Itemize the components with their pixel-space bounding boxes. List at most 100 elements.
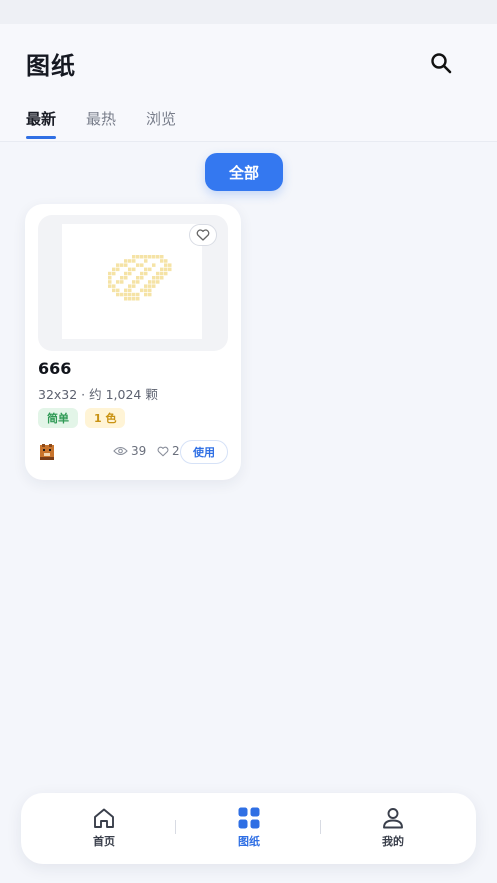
pixel-bead [120, 276, 124, 280]
pattern-card[interactable]: 666 32x32 · 约 1,024 颗 简单 1 色 39 2 使用 [25, 204, 241, 480]
views-stat: 39 [113, 444, 146, 458]
nav-divider [175, 820, 176, 834]
pixel-bead [124, 297, 128, 301]
pixel-bead [160, 276, 164, 280]
pixel-bead [156, 255, 160, 259]
nav-label-home: 首页 [93, 835, 115, 848]
pixel-bead [136, 292, 140, 297]
nav-item-home[interactable]: 首页 [74, 807, 134, 853]
tab-browsed[interactable]: 浏览 [146, 108, 176, 138]
pixel-bead [108, 276, 112, 280]
pixel-bead [140, 271, 144, 276]
tab-bar: 最新 最热 浏览 [26, 108, 206, 142]
pixel-bead [112, 284, 116, 288]
tab-latest[interactable]: 最新 [26, 108, 57, 139]
heart-icon [157, 446, 169, 456]
nav-label-patterns: 图纸 [238, 835, 260, 848]
pixel-bead [116, 288, 120, 293]
pixel-bead [124, 292, 128, 297]
pixel-bead [164, 263, 168, 267]
pixel-bead [164, 259, 168, 263]
pixel-bead [136, 263, 140, 267]
pixel-bead [108, 284, 112, 288]
pixel-bead [140, 288, 144, 293]
pixel-art-preview [108, 255, 172, 301]
pixel-bead [140, 255, 144, 259]
pixel-bead [148, 292, 152, 297]
pixel-bead [152, 255, 156, 259]
pixel-bead [136, 297, 140, 301]
pixel-bead [148, 255, 152, 259]
pixel-bead [132, 259, 136, 263]
pixel-bead [132, 255, 136, 259]
pixel-bead [132, 267, 136, 272]
nav-divider [320, 820, 321, 834]
nav-item-patterns[interactable]: 图纸 [219, 807, 279, 853]
pixel-bead [128, 271, 132, 276]
color-count-tag: 1 色 [85, 408, 126, 428]
pixel-bead [128, 259, 132, 263]
use-button[interactable]: 使用 [180, 440, 228, 464]
pixel-bead [156, 276, 160, 280]
pixel-bead [124, 288, 128, 293]
pixel-bead [132, 280, 136, 284]
pixel-bead [120, 280, 124, 284]
pixel-bead [144, 259, 148, 263]
pixel-bead [132, 292, 136, 297]
nav-item-profile[interactable]: 我的 [363, 807, 423, 853]
filter-all-button[interactable]: 全部 [205, 153, 283, 191]
pattern-thumbnail [38, 215, 228, 351]
pixel-bead [164, 267, 168, 272]
pixel-bead [148, 280, 152, 284]
pixel-bead [116, 280, 120, 284]
search-icon [431, 53, 452, 74]
pixel-bead [140, 263, 144, 267]
pixel-bead [140, 276, 144, 280]
pixel-bead [120, 292, 124, 297]
tag-list: 简单 1 色 [38, 408, 132, 428]
pixel-bead [112, 267, 116, 272]
home-icon [94, 808, 114, 828]
pixel-bead [132, 297, 136, 301]
pixel-bead [124, 271, 128, 276]
pixel-bead [160, 271, 164, 276]
pixel-bead [148, 267, 152, 272]
pixel-bead [152, 280, 156, 284]
nav-label-profile: 我的 [382, 835, 404, 848]
pixel-bead [152, 263, 156, 267]
bottom-nav: 首页 图纸 我的 [21, 793, 476, 864]
pixel-bead [144, 292, 148, 297]
pattern-meta: 32x32 · 约 1,024 颗 [38, 387, 158, 402]
pixel-bead [128, 267, 132, 272]
pixel-bead [124, 259, 128, 263]
pixel-bead [136, 276, 140, 280]
pixel-bead [156, 271, 160, 276]
pixel-bead [160, 255, 164, 259]
tab-hot[interactable]: 最热 [86, 108, 116, 138]
pixel-bead [152, 284, 156, 288]
pixel-bead [136, 280, 140, 284]
pixel-bead [128, 288, 132, 293]
pixel-bead [136, 255, 140, 259]
pixel-bead [148, 284, 152, 288]
eye-icon [113, 446, 128, 456]
pixel-bead [144, 271, 148, 276]
pixel-bead [116, 267, 120, 272]
heart-icon [196, 229, 210, 241]
pixel-bead [168, 267, 172, 272]
pixel-bead [168, 263, 172, 267]
pixel-bead [132, 284, 136, 288]
user-icon [383, 808, 403, 829]
views-count: 39 [131, 444, 147, 458]
pixel-bead [112, 271, 116, 276]
pixel-bead [128, 297, 132, 301]
pixel-bead [144, 267, 148, 272]
pixel-bead [164, 271, 168, 276]
search-button[interactable] [426, 48, 456, 78]
pixel-bead [120, 263, 124, 267]
favorite-button[interactable] [189, 224, 217, 246]
pixel-bead [116, 292, 120, 297]
card-footer: 39 2 使用 [38, 440, 230, 464]
pixel-bead [128, 284, 132, 288]
likes-count: 2 [172, 444, 180, 458]
